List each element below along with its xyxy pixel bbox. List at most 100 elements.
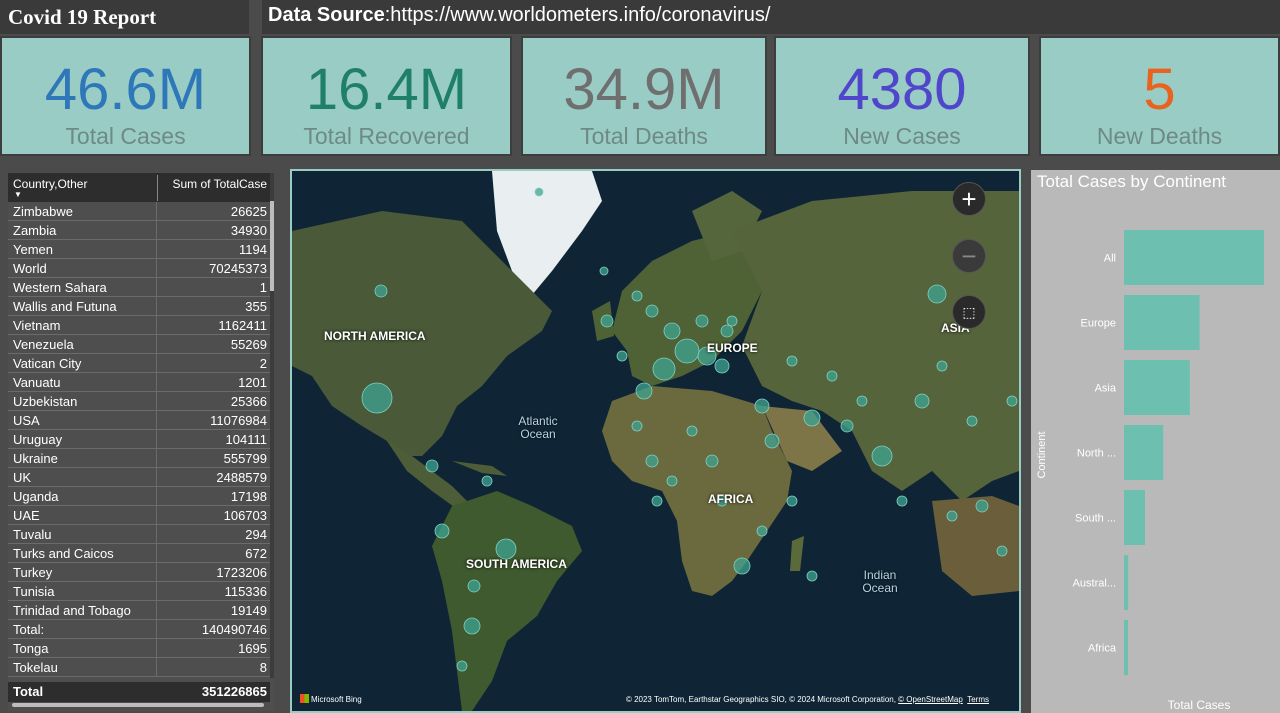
table-row[interactable]: Wallis and Futuna 355 (8, 297, 270, 316)
total-label: Total (13, 684, 44, 699)
country-name: Tonga (13, 641, 49, 656)
table-row[interactable]: Turkey 1723206 (8, 563, 270, 582)
label-africa: AFRICA (708, 492, 754, 506)
table-row[interactable]: Zimbabwe 26625 (8, 202, 270, 221)
total-cases-value: 1723206 (216, 565, 267, 580)
country-name: UAE (13, 508, 40, 523)
select-area-icon[interactable]: ⬚ (952, 295, 986, 329)
total-cases-value: 555799 (223, 451, 267, 466)
bar-6[interactable] (1124, 620, 1128, 675)
bar-2[interactable] (1124, 360, 1190, 415)
sort-desc-icon[interactable]: ▼ (14, 190, 22, 199)
country-name: Tuvalu (13, 527, 52, 542)
country-name: Vietnam (13, 318, 61, 333)
table-row[interactable]: Uruguay 104111 (8, 430, 270, 449)
category-label: North ... (1077, 448, 1116, 460)
country-name: Turkey (13, 565, 53, 580)
category-label: All (1104, 253, 1116, 265)
zoom-in-button[interactable]: + (952, 182, 986, 216)
country-name: Venezuela (13, 337, 74, 352)
column-divider (157, 175, 158, 201)
table-total-row: Total 351226865 (8, 682, 270, 702)
total-cases-value: 1194 (239, 242, 267, 257)
kpi-value: 34.9M (563, 57, 725, 122)
label-atlantic-ocean: Atlantic Ocean (518, 414, 558, 441)
table-row[interactable]: Zambia 34930 (8, 221, 270, 240)
kpi-value: 16.4M (305, 57, 468, 122)
kpi-label: New Deaths (1096, 123, 1223, 149)
table-row[interactable]: World 70245373 (8, 259, 270, 278)
category-label: Austral... (1073, 578, 1116, 590)
total-cases-value: 104111 (225, 432, 267, 447)
table-row[interactable]: Tonga 1695 (8, 639, 270, 658)
column-header-total-cases[interactable]: Sum of TotalCase (162, 177, 268, 191)
kpi-new-deaths: 5 New Deaths (1039, 36, 1280, 156)
label-indian-ocean: Indian Ocean (862, 568, 898, 595)
country-name: Turks and Caicos (13, 546, 114, 561)
total-cases-value: 106703 (223, 508, 267, 523)
microsoft-logo-icon (300, 694, 309, 703)
bing-label: Microsoft Bing (311, 695, 362, 704)
table-row[interactable]: Tunisia 115336 (8, 582, 270, 601)
country-name: World (13, 261, 47, 276)
table-row[interactable]: UK 2488579 (8, 468, 270, 487)
label-north-america: NORTH AMERICA (324, 329, 426, 343)
table-row[interactable]: USA 11076984 (8, 411, 270, 430)
table-row[interactable]: Venezuela 55269 (8, 335, 270, 354)
country-name: Zambia (13, 223, 57, 238)
bar-4[interactable] (1124, 490, 1145, 545)
kpi-total-recovered: 16.4M Total Recovered (261, 36, 512, 156)
bar-3[interactable] (1124, 425, 1164, 480)
bar-1[interactable] (1124, 295, 1200, 350)
y-axis-label: Continent (1036, 431, 1048, 478)
bubble-map[interactable]: NORTH AMERICA EUROPE ASIA AFRICA SOUTH A… (290, 169, 1021, 713)
continent-bar-chart: Total Cases by Continent All Europe Asia No… (1031, 170, 1280, 713)
table-row[interactable]: Tuvalu 294 (8, 525, 270, 544)
kpi-label: Total Deaths (580, 123, 708, 149)
table-row[interactable]: Yemen 1194 (8, 240, 270, 259)
data-source: Data Source:https://www.worldometers.inf… (262, 0, 1280, 34)
country-name: Uruguay (13, 432, 63, 447)
kpi-value: 46.6M (44, 57, 207, 122)
kpi-label: New Cases (843, 123, 961, 149)
total-cases-value: 70245373 (209, 261, 267, 276)
label-europe: EUROPE (707, 341, 758, 355)
table-row[interactable]: Vatican City 2 (8, 354, 270, 373)
data-source-label: Data Source (268, 4, 385, 26)
country-name: USA (13, 413, 40, 428)
table-row[interactable]: Total: 140490746 (8, 620, 270, 639)
table-row[interactable]: Western Sahara 1 (8, 278, 270, 297)
table-row[interactable]: Uganda 17198 (8, 487, 270, 506)
vertical-scrollbar-thumb[interactable] (270, 201, 274, 291)
table-row[interactable]: Turks and Caicos 672 (8, 544, 270, 563)
category-label: Europe (1081, 318, 1116, 330)
bar-0[interactable] (1124, 230, 1264, 285)
country-name: Yemen (13, 242, 53, 257)
table-row[interactable]: Trinidad and Tobago 19149 (8, 601, 270, 620)
table-row[interactable]: Tokelau 8 (8, 658, 270, 677)
osm-link[interactable]: © OpenStreetMap (898, 695, 963, 704)
total-cases-value: 1 (259, 280, 267, 295)
country-name: Ukraine (13, 451, 58, 466)
country-name: Tokelau (13, 660, 58, 675)
country-name: Zimbabwe (13, 204, 73, 219)
table-row[interactable]: Vietnam 1162411 (8, 316, 270, 335)
category-label: Asia (1095, 383, 1117, 395)
column-header-country[interactable]: Country,Other (13, 177, 87, 191)
total-cases-value: 19149 (230, 603, 267, 618)
total-cases-value: 672 (245, 546, 267, 561)
horizontal-scrollbar[interactable] (12, 703, 264, 707)
table-header: Country,Other ▼ Sum of TotalCase (8, 173, 270, 202)
terms-link[interactable]: Terms (967, 695, 989, 704)
zoom-out-button[interactable]: − (952, 239, 986, 273)
category-label: South ... (1075, 513, 1116, 525)
total-value: 351226865 (201, 684, 267, 699)
table-row[interactable]: UAE 106703 (8, 506, 270, 525)
table-row[interactable]: Vanuatu 1201 (8, 373, 270, 392)
table-row[interactable]: Uzbekistan 25366 (8, 392, 270, 411)
copyright-text: © 2023 TomTom, Earthstar Geographics SIO… (625, 695, 896, 704)
bar-5[interactable] (1124, 555, 1129, 610)
total-cases-value: 294 (245, 527, 267, 542)
table-row[interactable]: Ukraine 555799 (8, 449, 270, 468)
total-cases-value: 2 (259, 356, 267, 371)
